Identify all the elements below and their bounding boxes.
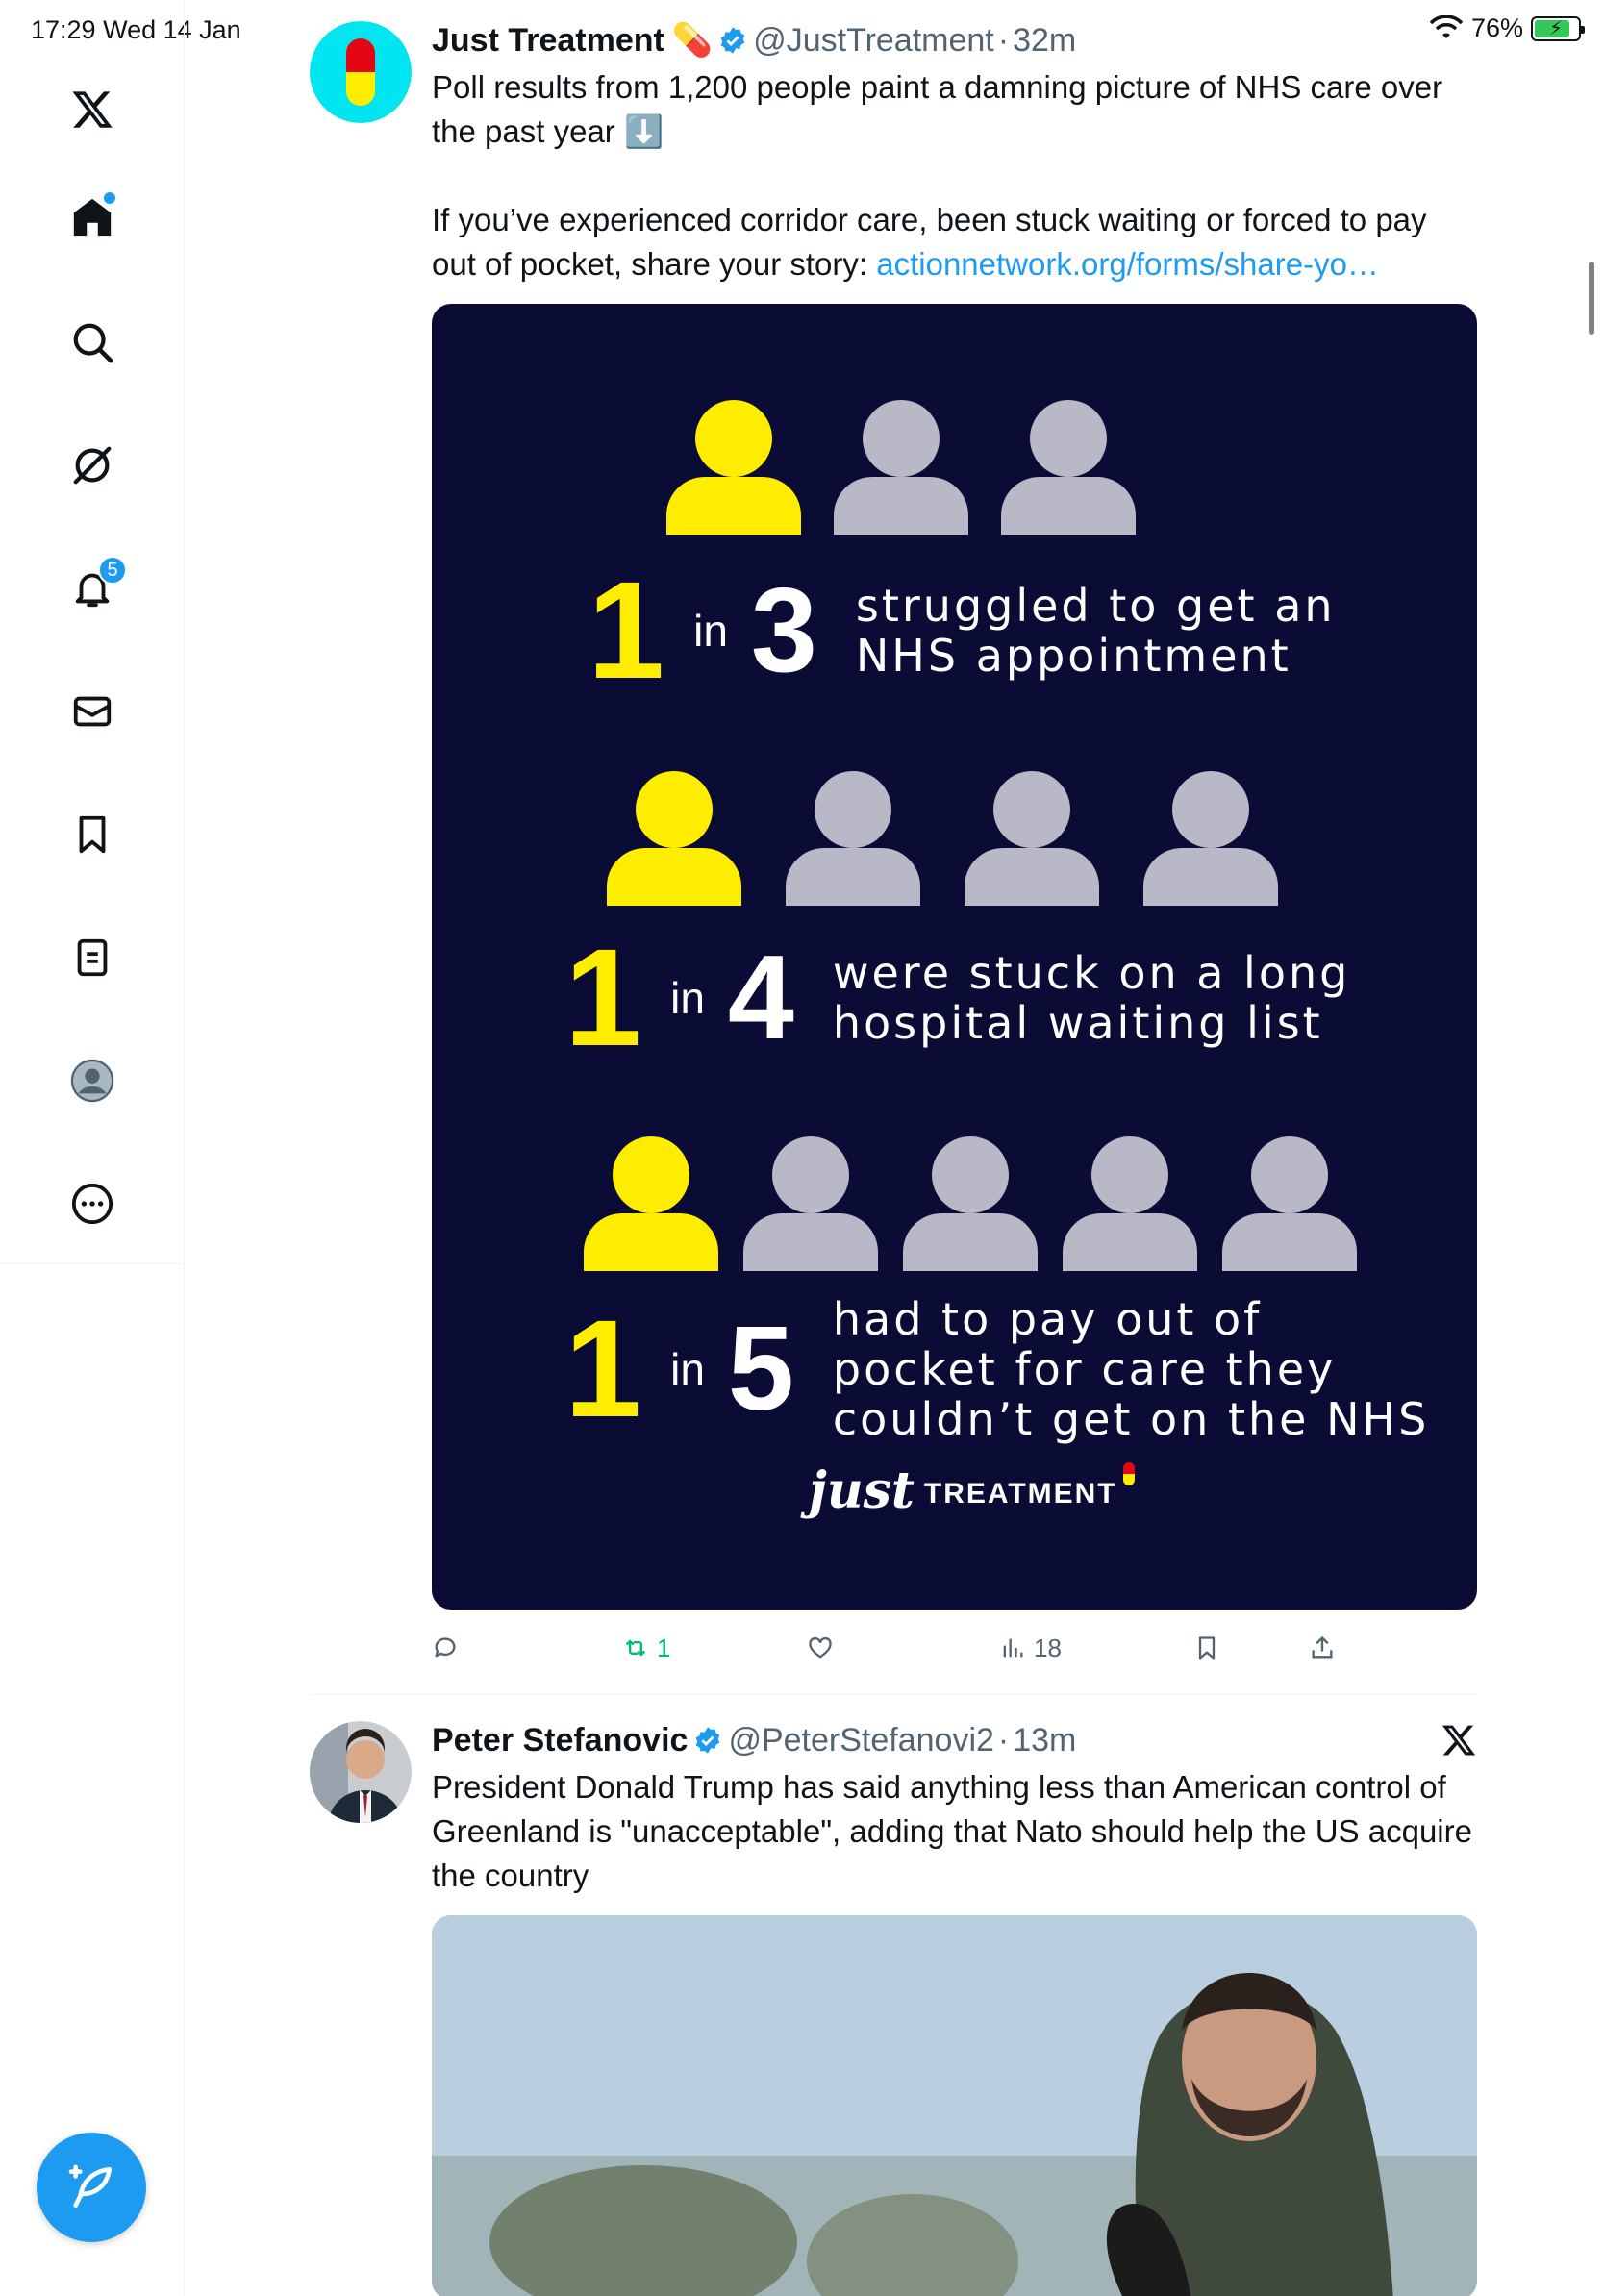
views-count: 18 (1034, 1633, 1062, 1662)
tweet-header: Just Treatment 💊 @JustTreatment · 32m (432, 21, 1077, 60)
verified-badge-icon (720, 27, 745, 54)
pill-logo-icon (1122, 1462, 1135, 1485)
grok-icon[interactable] (67, 440, 117, 490)
just-treatment-logo: just TREATMENT (809, 1461, 1135, 1520)
sidebar: 5 (0, 0, 185, 2296)
share-icon (1312, 1635, 1333, 1659)
author-handle[interactable]: @PeterStefanovi2 (728, 1722, 993, 1759)
views-button[interactable]: 18 (999, 1634, 1191, 1663)
person-icon (1001, 400, 1136, 535)
reply-button[interactable] (432, 1635, 624, 1661)
reply-icon (435, 1637, 456, 1658)
bookmark-button[interactable] (1193, 1635, 1309, 1661)
person-icon (666, 400, 801, 535)
author-name[interactable]: Just Treatment (432, 22, 664, 60)
compose-post-button[interactable] (37, 2133, 146, 2242)
person-icon (1222, 1136, 1357, 1271)
person-icon (965, 771, 1099, 906)
stat-1-in-5: 1 in 5 had to pay out of pocket for care… (564, 1291, 1430, 1446)
heart-icon (809, 1636, 832, 1659)
home-unread-dot (104, 192, 115, 204)
tweet-text: President Donald Trump has said anything… (432, 1769, 1472, 1893)
figure-row-3 (584, 1136, 1357, 1271)
person-icon (1063, 1136, 1197, 1271)
tweet-text-line: Poll results from 1,200 people paint a d… (432, 69, 1443, 149)
battery-icon: ⚡ (1531, 15, 1585, 41)
tweet-separator (310, 1694, 1477, 1695)
sidebar-divider (0, 1263, 185, 1264)
lists-icon[interactable] (67, 933, 117, 983)
author-name[interactable]: Peter Stefanovic (432, 1722, 688, 1759)
tweet-photo[interactable] (432, 1915, 1477, 2296)
notifications-badge: 5 (98, 556, 127, 585)
profile-avatar-icon[interactable] (67, 1056, 117, 1106)
figure-row-1 (666, 400, 1136, 535)
views-chart-icon (1003, 1638, 1023, 1658)
more-icon[interactable] (67, 1179, 117, 1229)
tweet-header: Peter Stefanovic @PeterStefanovi2 · 13m (432, 1721, 1477, 1759)
tweet-peter-stefanovic[interactable]: Peter Stefanovic @PeterStefanovi2 · 13m … (310, 1721, 1477, 2296)
avatar-just-treatment[interactable] (310, 21, 412, 123)
name-emoji: 💊 (671, 22, 714, 59)
scrollbar-thumb[interactable] (1589, 262, 1594, 335)
person-icon (607, 771, 741, 906)
person-icon (834, 400, 968, 535)
person-icon (786, 771, 920, 906)
compose-quill-icon (68, 2164, 112, 2208)
share-button[interactable] (1309, 1635, 1366, 1661)
tweet-link[interactable]: actionnetwork.org/forms/share-yo… (876, 246, 1379, 282)
person-icon (743, 1136, 878, 1271)
person-icon (1143, 771, 1278, 906)
bookmark-icon (1198, 1636, 1216, 1660)
repost-icon (625, 1639, 646, 1657)
bookmarks-icon[interactable] (67, 810, 117, 860)
battery-percent: 76% (1470, 13, 1523, 42)
x-logo-icon (1441, 1725, 1476, 1756)
tweet-time[interactable]: 13m (1013, 1722, 1076, 1759)
person-icon (903, 1136, 1038, 1271)
avatar-peter-stefanovic[interactable] (310, 1721, 412, 1823)
tweet-text-line: If you’ve experienced corridor care, bee… (432, 202, 1427, 282)
stat-1-in-4: 1 in 4 were stuck on a long hospital wai… (564, 920, 1351, 1075)
repost-button[interactable]: 1 (622, 1634, 815, 1663)
search-icon[interactable] (67, 317, 117, 367)
stat-1-in-3: 1 in 3 struggled to get an NHS appointme… (588, 553, 1336, 708)
like-button[interactable] (807, 1635, 999, 1661)
infographic-image[interactable]: 1 in 3 struggled to get an NHS appointme… (432, 304, 1477, 1610)
x-logo-icon[interactable] (67, 85, 117, 135)
tweet-time[interactable]: 32m (1013, 22, 1076, 60)
tweet-just-treatment[interactable]: Just Treatment 💊 @JustTreatment · 32m Po… (310, 21, 1477, 1675)
photo-content (432, 1915, 1477, 2296)
repost-count: 1 (657, 1633, 671, 1662)
messages-icon[interactable] (67, 686, 117, 736)
home-icon[interactable] (67, 192, 117, 242)
verified-badge-icon (696, 1727, 720, 1754)
tweet-text: Poll results from 1,200 people paint a d… (432, 65, 1477, 287)
tweet-actions: 1 18 (432, 1629, 1477, 1667)
author-handle[interactable]: @JustTreatment (753, 22, 994, 60)
notifications-icon[interactable]: 5 (67, 556, 127, 613)
figure-row-2 (607, 771, 1278, 906)
person-icon (584, 1136, 718, 1271)
